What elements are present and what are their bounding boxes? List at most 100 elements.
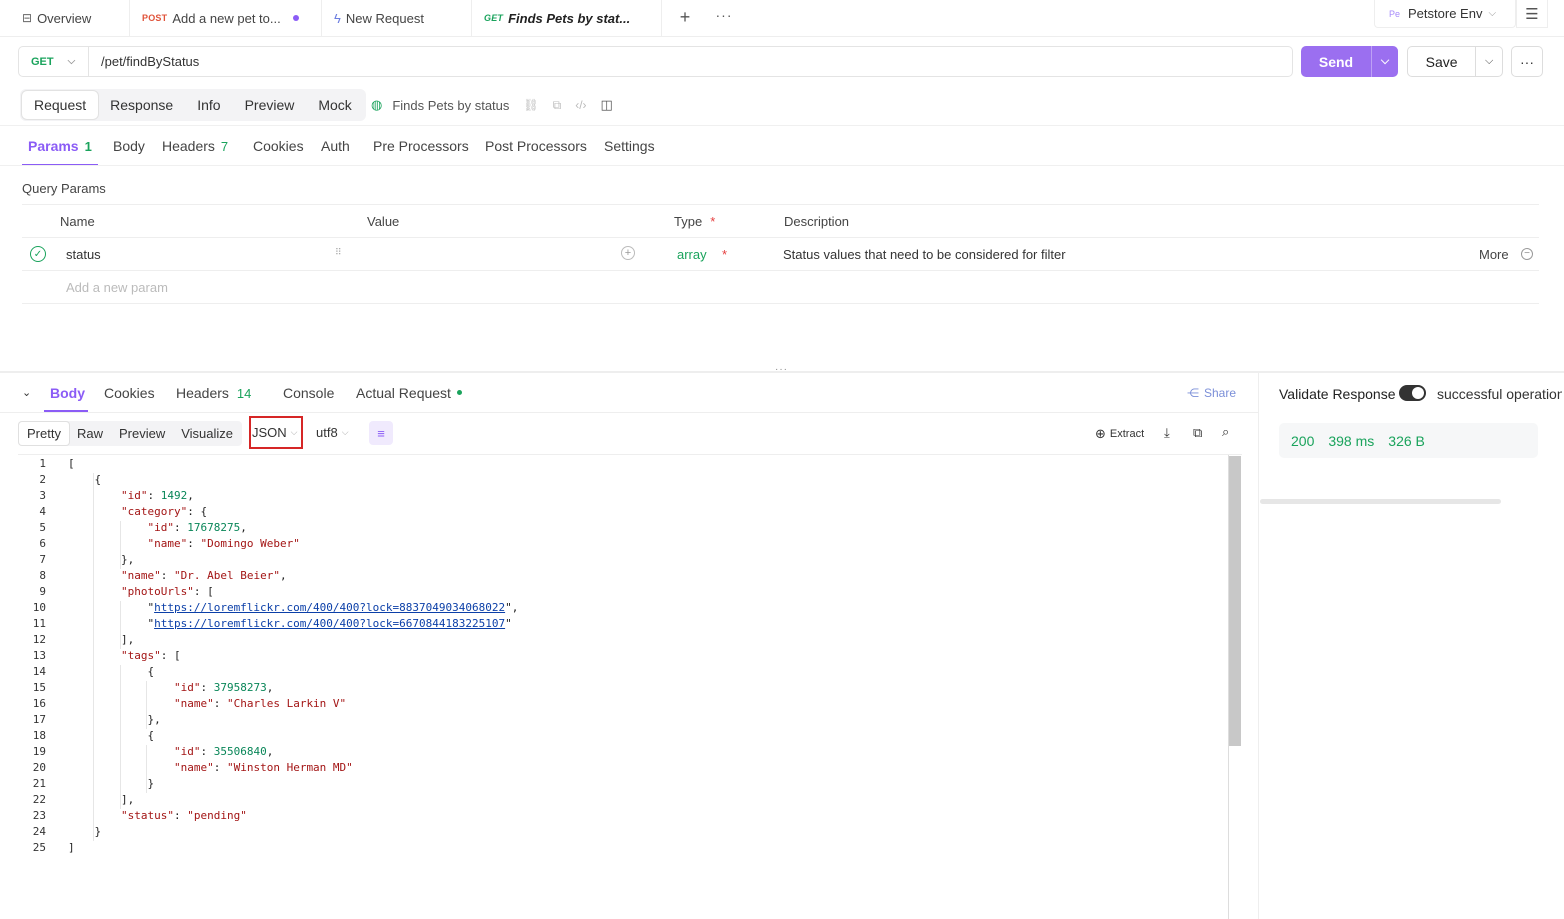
- line-number: 13: [32, 649, 46, 662]
- encoding-select[interactable]: utf8 ⌵: [316, 425, 349, 440]
- tab-settings[interactable]: Settings: [604, 138, 655, 154]
- view-tab-request[interactable]: Request: [22, 91, 99, 119]
- response-tab-body[interactable]: Body: [50, 385, 85, 401]
- code-line: "https://loremflickr.com/400/400?lock=66…: [68, 617, 512, 630]
- chevron-down-icon[interactable]: ⌵: [1371, 46, 1398, 77]
- env-label: Petstore Env: [1408, 6, 1483, 21]
- indent-guide: [119, 665, 121, 809]
- response-tab-headers[interactable]: Headers 14: [176, 385, 251, 401]
- response-tab-cookies[interactable]: Cookies: [104, 385, 155, 401]
- code-line: "id": 1492,: [120, 489, 194, 502]
- table-row: ✓ status ⠿ + array * Status values that …: [22, 238, 1539, 270]
- query-params-title: Query Params: [22, 181, 106, 196]
- code-line: ]: [68, 841, 75, 854]
- download-icon[interactable]: ⤓: [1164, 425, 1170, 441]
- tab-cookies[interactable]: Cookies: [253, 138, 304, 154]
- response-tab-actual-request[interactable]: Actual Request: [356, 385, 462, 401]
- param-type[interactable]: array: [677, 247, 707, 262]
- plus-icon[interactable]: +: [674, 6, 696, 28]
- code-line: {: [68, 665, 155, 678]
- validate-toggle[interactable]: [1399, 385, 1426, 401]
- horizontal-scrollbar[interactable]: [1260, 499, 1501, 504]
- line-number: 10: [32, 601, 46, 614]
- validate-response-label: Validate Response: [1279, 386, 1396, 402]
- link-icon[interactable]: ⛓: [523, 98, 538, 112]
- column-header-value: Value: [367, 214, 400, 229]
- add-circle-icon[interactable]: +: [621, 246, 635, 260]
- tab-auth[interactable]: Auth: [321, 138, 350, 154]
- code-line: }: [68, 777, 155, 790]
- method-select[interactable]: GET ⌵: [19, 47, 89, 76]
- code-icon[interactable]: ‹/›: [575, 98, 586, 112]
- editor-scrollbar-thumb[interactable]: [1229, 456, 1241, 746]
- indent-guide: [119, 601, 121, 649]
- add-param-placeholder[interactable]: Add a new param: [66, 280, 168, 295]
- drag-handle-icon[interactable]: ⠿: [335, 247, 342, 258]
- copy-icon[interactable]: ⧉: [1193, 425, 1202, 441]
- tab-post-processors[interactable]: Post Processors: [485, 138, 587, 154]
- url-input[interactable]: [89, 47, 1292, 76]
- line-number: 6: [39, 537, 46, 550]
- validate-response-select[interactable]: successful operation: [1437, 386, 1562, 402]
- code-line: "name": "Dr. Abel Beier",: [120, 569, 287, 582]
- format-pretty[interactable]: Pretty: [19, 422, 69, 445]
- code-line: "name": "Winston Herman MD": [173, 761, 353, 774]
- more-options-button[interactable]: ···: [1511, 46, 1543, 77]
- send-label: Send: [1318, 53, 1354, 70]
- format-preview[interactable]: Preview: [111, 422, 173, 445]
- indent-guide: [146, 745, 148, 793]
- tab-overview[interactable]: ⊟ Overview: [10, 0, 130, 36]
- view-tab-response[interactable]: Response: [98, 91, 185, 119]
- response-body-editor[interactable]: 1 [2 {3 "id": 1492, 4 "category": {5 "id":…: [18, 454, 1242, 919]
- resize-handle-icon[interactable]: ···: [775, 364, 788, 375]
- view-tab-preview[interactable]: Preview: [233, 91, 307, 119]
- param-description[interactable]: Status values that need to be considered…: [783, 247, 1066, 262]
- format-type-select[interactable]: JSON ⌵: [249, 416, 303, 449]
- response-tab-console[interactable]: Console: [283, 385, 334, 401]
- sidebar-toggle-icon[interactable]: ◫: [601, 97, 613, 113]
- code-line: "name": "Domingo Weber": [147, 537, 300, 550]
- column-header-description: Description: [784, 214, 850, 229]
- send-button[interactable]: Send ⌵: [1301, 46, 1398, 77]
- environment-select[interactable]: Pe Petstore Env ⌵: [1374, 0, 1516, 28]
- chevron-down-icon: ⌵: [1488, 8, 1497, 19]
- format-visualize[interactable]: Visualize: [173, 422, 241, 445]
- tab-add-pet[interactable]: POST Add a new pet to...: [130, 0, 322, 36]
- view-tab-info[interactable]: Info: [185, 91, 232, 119]
- response-size: 326 B: [1388, 432, 1425, 449]
- format-raw[interactable]: Raw: [69, 422, 111, 445]
- chevron-down-icon[interactable]: ⌵: [1475, 47, 1502, 76]
- param-name[interactable]: status: [66, 247, 101, 262]
- search-icon[interactable]: ⌕: [1222, 424, 1229, 440]
- response-time: 398 ms: [1328, 432, 1375, 449]
- divider: [0, 165, 1564, 166]
- overview-icon: ⊟: [22, 11, 33, 25]
- collapse-chevron-icon[interactable]: ⌄: [22, 386, 31, 399]
- tab-method: GET: [484, 13, 504, 23]
- extract-button[interactable]: ⊕ Extract: [1095, 426, 1144, 442]
- method-label: GET: [31, 55, 54, 68]
- tab-body[interactable]: Body: [113, 138, 145, 154]
- copy-icon[interactable]: ⧉: [553, 98, 562, 113]
- required-mark: *: [710, 214, 716, 229]
- more-link[interactable]: More: [1479, 247, 1509, 262]
- tab-finds-pets[interactable]: GET Finds Pets by stat...: [472, 0, 662, 36]
- save-button[interactable]: Save ⌵: [1407, 46, 1503, 77]
- view-tab-mock[interactable]: Mock: [306, 91, 363, 119]
- tab-new-request[interactable]: ϟ New Request: [322, 0, 472, 36]
- required-mark: *: [722, 247, 728, 262]
- line-number: 21: [32, 777, 46, 790]
- code-line: {: [68, 729, 155, 742]
- line-number: 2: [39, 473, 46, 486]
- line-number: 12: [32, 633, 46, 646]
- wrap-lines-icon[interactable]: ≡: [369, 421, 393, 445]
- tab-params[interactable]: Params 1: [28, 138, 92, 154]
- code-line: {: [68, 473, 102, 486]
- more-tabs-icon[interactable]: ···: [713, 4, 735, 26]
- tab-headers[interactable]: Headers 7: [162, 138, 228, 154]
- remove-circle-icon[interactable]: −: [1521, 248, 1533, 260]
- check-circle-icon[interactable]: ✓: [30, 246, 46, 262]
- tab-pre-processors[interactable]: Pre Processors: [373, 138, 469, 154]
- menu-icon[interactable]: ☰: [1516, 0, 1548, 28]
- share-button[interactable]: ⋲ Share: [1187, 386, 1236, 400]
